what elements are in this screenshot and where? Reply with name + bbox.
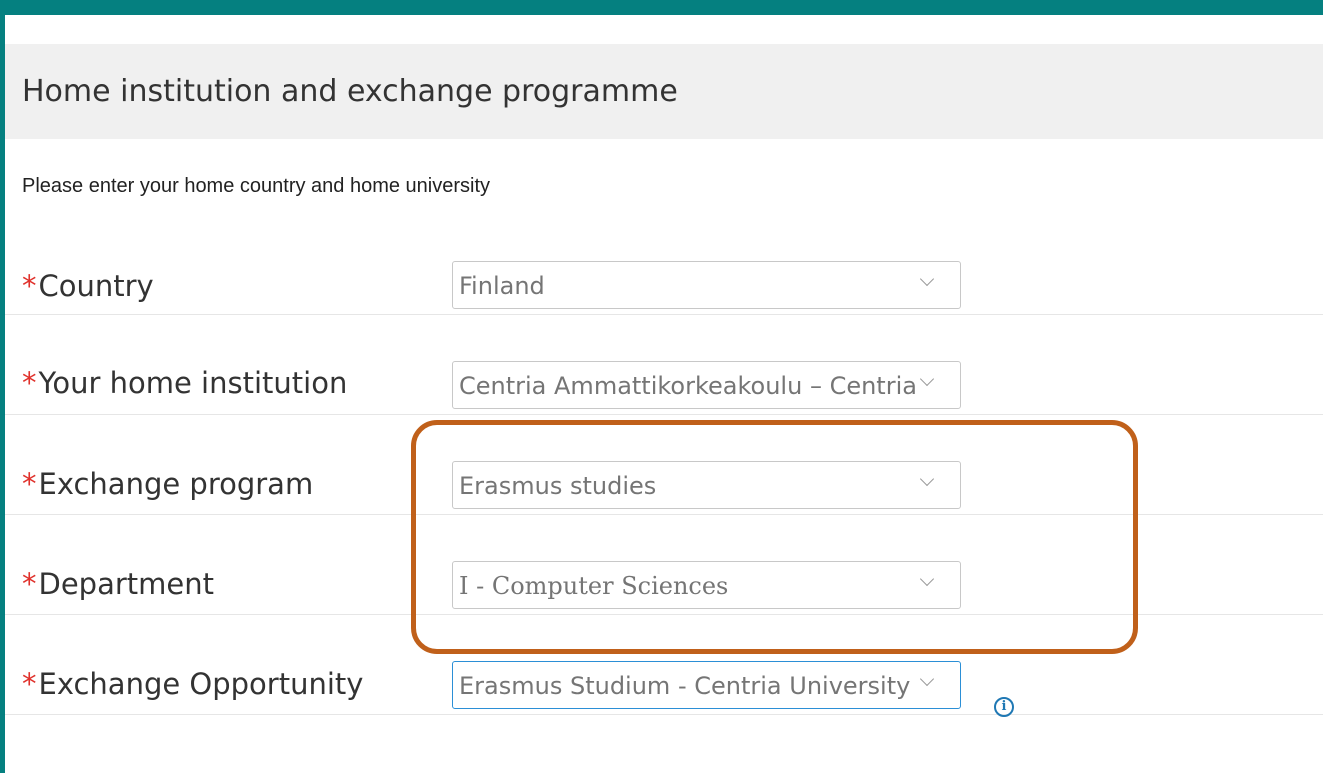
- home-institution-select-value: Centria Ammattikorkeakoulu – Centria: [459, 372, 917, 400]
- exchange-opportunity-select-value: Erasmus Studium - Centria University: [459, 672, 911, 700]
- exchange-opportunity-select[interactable]: Erasmus Studium - Centria University: [452, 661, 961, 709]
- form-row-home-institution: *Your home institution Centria Ammattiko…: [5, 315, 1323, 415]
- chevron-down-icon: [919, 271, 935, 287]
- chevron-down-icon: [919, 371, 935, 387]
- required-marker: *: [22, 269, 37, 303]
- country-select-value: Finland: [459, 272, 545, 300]
- info-icon[interactable]: i: [994, 697, 1014, 717]
- highlight-annotation: [411, 420, 1138, 654]
- chevron-down-icon: [919, 671, 935, 687]
- exchange-opportunity-label: *Exchange Opportunity: [22, 667, 364, 701]
- country-label: *Country: [22, 269, 154, 303]
- home-institution-select[interactable]: Centria Ammattikorkeakoulu – Centria: [452, 361, 961, 409]
- country-select[interactable]: Finland: [452, 261, 961, 309]
- section-title: Home institution and exchange programme: [22, 74, 678, 109]
- required-marker: *: [22, 567, 37, 601]
- home-institution-label: *Your home institution: [22, 366, 348, 400]
- intro-text: Please enter your home country and home …: [22, 175, 491, 197]
- required-marker: *: [22, 366, 37, 400]
- exchange-program-label: *Exchange program: [22, 467, 314, 501]
- required-marker: *: [22, 467, 37, 501]
- department-label: *Department: [22, 567, 214, 601]
- required-marker: *: [22, 667, 37, 701]
- window-frame-top: [0, 0, 1323, 15]
- form-row-country: *Country Finland: [5, 215, 1323, 315]
